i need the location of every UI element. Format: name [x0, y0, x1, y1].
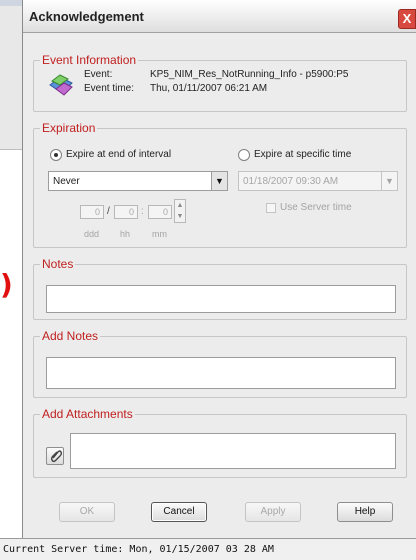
notes-textarea[interactable]	[46, 285, 396, 313]
ok-button[interactable]: OK	[59, 502, 115, 522]
event-information-group: Event Information Event: KP5_NIM_Res_Not…	[33, 53, 407, 112]
notes-legend: Notes	[40, 257, 76, 271]
use-server-time-checkbox[interactable]	[266, 203, 276, 213]
paperclip-icon	[49, 449, 63, 466]
datetime-chevron-icon[interactable]: ▼	[381, 172, 397, 190]
spin-up-down-icon[interactable]: ▲ ▼	[174, 199, 186, 223]
expire-interval-label[interactable]: Expire at end of interval	[66, 149, 171, 160]
close-button[interactable]: X	[398, 9, 416, 29]
add-notes-textarea[interactable]	[46, 357, 396, 389]
attach-button[interactable]	[46, 447, 64, 465]
datetime-select[interactable]: 01/18/2007 09:30 AM ▼	[238, 171, 398, 191]
event-icon	[48, 73, 74, 97]
add-attachments-group: Add Attachments	[33, 407, 407, 478]
background-annotation: )	[0, 268, 13, 301]
interval-select[interactable]: Never ▼	[48, 171, 228, 191]
spin-separator-colon: :	[141, 206, 144, 217]
cancel-button[interactable]: Cancel	[151, 502, 207, 522]
radio-selected-dot	[54, 153, 58, 157]
expire-specific-label[interactable]: Expire at specific time	[254, 149, 351, 160]
spin-minutes[interactable]: 0	[148, 205, 172, 219]
add-attachments-legend: Add Attachments	[40, 407, 135, 421]
attachments-field[interactable]	[70, 433, 396, 469]
interval-select-value: Never	[53, 176, 80, 187]
apply-button[interactable]: Apply	[245, 502, 301, 522]
use-server-time-label: Use Server time	[280, 202, 352, 213]
event-time-label: Event time:	[84, 83, 135, 94]
spin-days[interactable]: 0	[80, 205, 104, 219]
unit-mm-label: mm	[152, 229, 167, 239]
event-value: KP5_NIM_Res_NotRunning_Info - p5900:P5	[150, 69, 349, 80]
expiration-legend: Expiration	[40, 121, 98, 135]
event-information-legend: Event Information	[40, 53, 139, 67]
add-notes-group: Add Notes	[33, 329, 407, 398]
dialog-title: Acknowledgement	[29, 9, 144, 24]
server-time-status: Current Server time: Mon, 01/15/2007 03 …	[0, 538, 416, 560]
acknowledgement-dialog: Acknowledgement X Event Information Even…	[22, 0, 416, 560]
close-icon: X	[402, 11, 412, 26]
add-notes-legend: Add Notes	[40, 329, 101, 343]
datetime-select-value: 01/18/2007 09:30 AM	[243, 176, 339, 187]
expiration-group: Expiration Expire at end of interval Exp…	[33, 121, 407, 248]
notes-group: Notes	[33, 257, 407, 320]
event-time-value: Thu, 01/11/2007 06:21 AM	[150, 83, 268, 94]
expire-interval-radio[interactable]	[50, 149, 62, 161]
spin-hours[interactable]: 0	[114, 205, 138, 219]
help-button[interactable]: Help	[337, 502, 393, 522]
expire-specific-radio[interactable]	[238, 149, 250, 161]
event-label: Event:	[84, 69, 113, 80]
unit-hh-label: hh	[120, 229, 131, 239]
spin-separator-slash: /	[107, 206, 110, 217]
chevron-down-icon[interactable]: ▼	[211, 172, 227, 190]
dialog-titlebar[interactable]: Acknowledgement X	[23, 0, 416, 33]
unit-ddd-label: ddd	[84, 229, 100, 239]
